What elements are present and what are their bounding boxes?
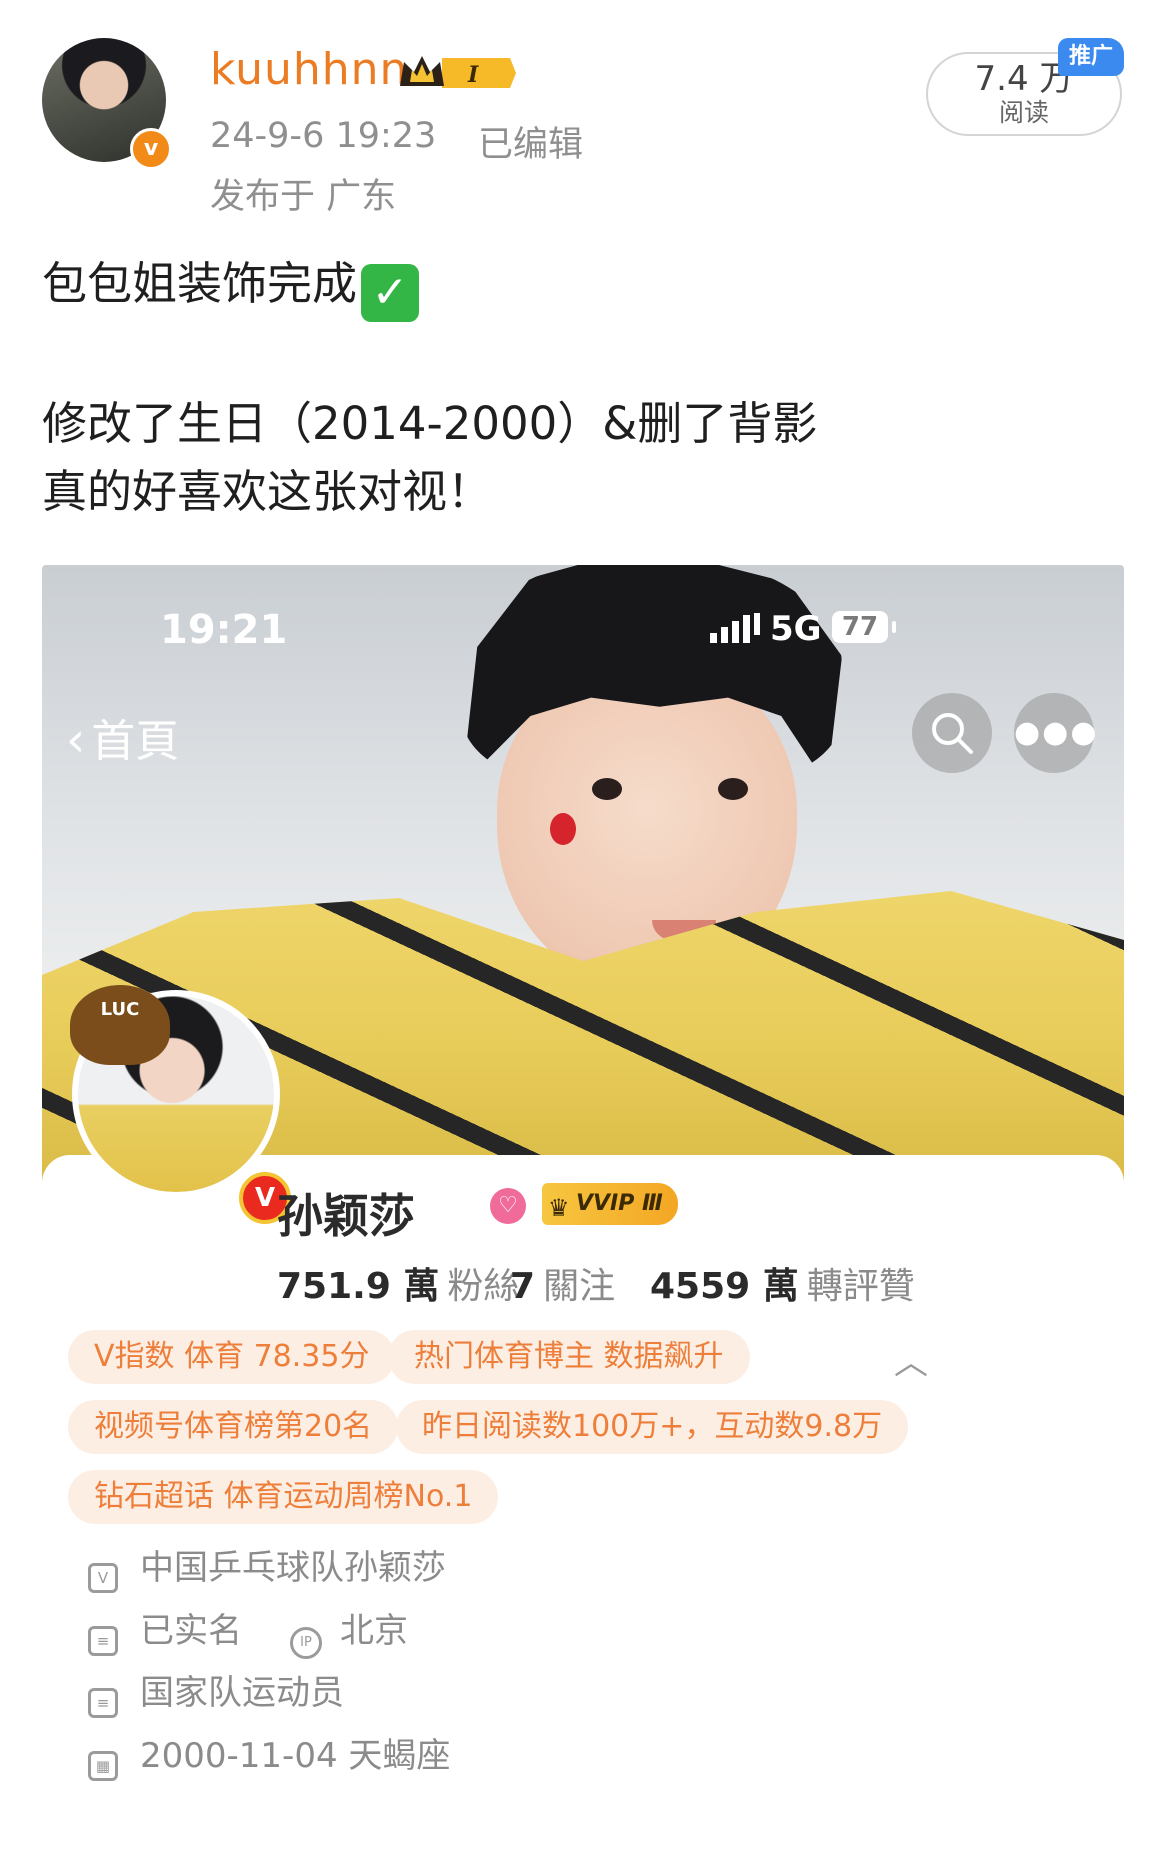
promote-tag[interactable]: 推广: [1058, 38, 1124, 76]
status-bar-time: 19:21: [160, 607, 288, 653]
info-text: 2000-11-04 天蝎座: [140, 1736, 451, 1776]
vvip-label: VVIP Ⅲ: [576, 1191, 663, 1216]
info-text: 国家队运动员: [140, 1673, 344, 1713]
stat-interactions[interactable]: 4559 萬轉評贊: [650, 1257, 915, 1309]
profile-tag[interactable]: 钻石超话 体育运动周榜No.1: [68, 1470, 499, 1524]
shield-v-icon: V: [88, 1563, 118, 1593]
network-label: 5G: [770, 609, 822, 649]
post-text: 包包姐装饰完成: [42, 257, 358, 310]
info-text: 北京: [340, 1611, 408, 1651]
profile-name: 孙颖莎: [277, 1189, 415, 1243]
banner-eye: [718, 778, 748, 800]
post-location: 发布于 广东: [210, 177, 397, 217]
search-button[interactable]: [912, 693, 992, 773]
crown-level-badge-icon: I: [400, 56, 516, 88]
stat-value: 4559 萬: [650, 1266, 799, 1307]
info-text: 中国乒乓球队孙颖莎: [140, 1548, 446, 1588]
stat-value: 751.9 萬: [277, 1266, 440, 1307]
stat-label: 轉評贊: [806, 1266, 915, 1307]
profile-tag[interactable]: 昨日阅读数100万+，互动数9.8万: [396, 1400, 909, 1454]
profile-tag[interactable]: 视频号体育榜第20名: [68, 1400, 399, 1454]
calendar-icon: ▦: [88, 1751, 118, 1781]
signal-icon: [710, 613, 760, 643]
paddle-face-sticker: [550, 813, 576, 845]
check-mark-icon: ✓: [361, 264, 420, 322]
info-occupation: ≡ 国家队运动员: [88, 1665, 344, 1718]
post-text-line: 真的好喜欢这张对视！: [42, 465, 493, 518]
read-label: 阅读: [998, 98, 1049, 127]
post-image[interactable]: 19:21 5G 77 ‹ 首頁 ●●● LUC V 孙颖莎 ♡ ♛ VVIP Ⅲ …: [42, 565, 1124, 1851]
banner-eye: [592, 778, 622, 800]
post-timestamp: 24-9-6 19:23: [210, 116, 437, 156]
stat-label: 關注: [543, 1266, 616, 1307]
info-realname-ip: ≡ 已实名 IP 北京: [88, 1603, 408, 1659]
battery-icon: 77: [832, 611, 888, 643]
search-icon: [932, 713, 973, 754]
post-text-line: 修改了生日（2014-2000）&删了背影: [42, 397, 818, 450]
stat-followers[interactable]: 751.9 萬粉絲: [277, 1257, 519, 1309]
stat-label: 粉絲: [447, 1266, 520, 1307]
crown-icon: ♛: [548, 1194, 570, 1222]
profile-tag[interactable]: V指数 体育 78.35分: [68, 1330, 396, 1384]
edited-label[interactable]: 已编辑: [478, 116, 583, 167]
battery-tip: [892, 621, 896, 633]
back-label: 首頁: [91, 716, 180, 767]
post-text-line: 包包姐装饰完成 ✓: [42, 247, 420, 322]
profile-tag[interactable]: 热门体育博主 数据飙升: [388, 1330, 750, 1384]
back-button[interactable]: ‹ 首頁: [66, 705, 179, 775]
info-birthday: ▦ 2000-11-04 天蝎座: [88, 1728, 450, 1781]
vvip-badge[interactable]: ♛ VVIP Ⅲ: [542, 1183, 678, 1225]
stat-following[interactable]: 7 關注: [510, 1257, 615, 1309]
v-verified-icon: v: [130, 128, 172, 170]
chevron-up-icon[interactable]: ︿: [894, 1335, 928, 1384]
author-username[interactable]: kuuhhnn: [210, 44, 408, 95]
info-text: 已实名: [140, 1611, 242, 1651]
stat-value: 7: [510, 1266, 536, 1307]
avatar-frame-decoration-icon: LUC: [70, 985, 170, 1065]
info-verified-title: V 中国乒乓球队孙颖莎: [88, 1540, 446, 1593]
svg-text:I: I: [467, 62, 479, 88]
fan-club-icon[interactable]: ♡: [490, 1188, 526, 1224]
ip-icon: IP: [290, 1627, 322, 1659]
document-icon: ≡: [88, 1688, 118, 1718]
id-card-icon: ≡: [88, 1626, 118, 1656]
more-dots-icon: ●●●: [1014, 715, 1099, 750]
chevron-left-icon: ‹: [66, 712, 86, 768]
more-button[interactable]: ●●●: [1014, 693, 1097, 773]
